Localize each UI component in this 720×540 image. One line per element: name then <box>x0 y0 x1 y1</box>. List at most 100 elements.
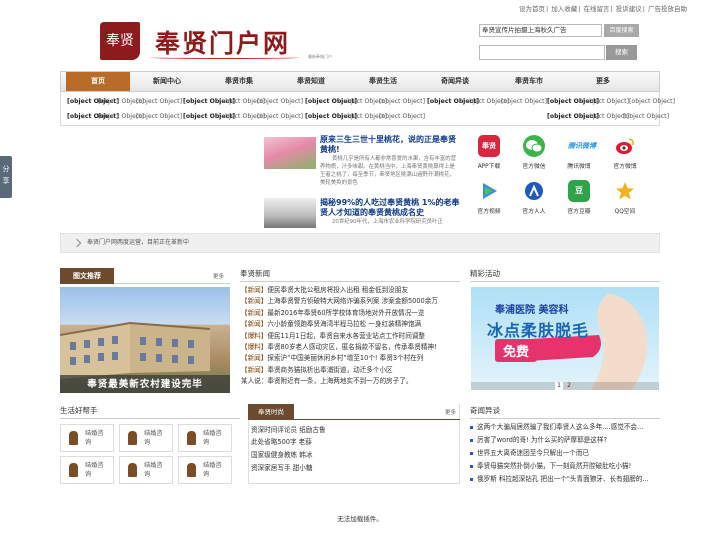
bullet-icon <box>470 425 473 429</box>
qzone-link[interactable]: QQ空间 <box>609 180 641 215</box>
list-item[interactable]: 厉害了word的哥! 为什么买的萨摩耶是这样? <box>470 434 607 444</box>
subnav-link[interactable]: [object Object] <box>136 113 182 120</box>
subnav-link[interactable]: [object Object] <box>136 98 182 105</box>
qzone-star-icon <box>614 180 636 202</box>
promo-page-2[interactable]: 2 <box>565 382 573 390</box>
life-helper-tile[interactable]: 结婚咨询 <box>178 424 232 452</box>
site-logo[interactable]: 奉贤 奉贤门户网 最新奉城门户 <box>100 18 332 66</box>
list-item[interactable]: 此处省略500字 老薛 <box>251 437 312 448</box>
list-item[interactable]: 【爆料】奉贤80岁老人感动灾区，匿名捐款不留名，传承奉贤精神! <box>241 342 437 353</box>
douban-icon: 豆 <box>568 180 590 202</box>
news-title-2[interactable]: 揭秘99%的人吃过奉贤黄桃 1%的老奉贤人才知道的奉贤黄桃成名史 <box>320 198 460 218</box>
set-homepage-link[interactable]: 设为首页 <box>519 5 545 13</box>
site-search-input[interactable] <box>479 45 605 60</box>
bullet-icon <box>470 451 473 455</box>
list-item[interactable]: 【新闻】便民奉贤大批公租房将投入出租 租金低到没朋友 <box>241 285 408 296</box>
life-helper-tile[interactable]: 结婚咨询 <box>60 424 114 452</box>
subnav-link[interactable]: [object Object] <box>257 98 303 105</box>
notice-arrow-icon <box>72 238 82 248</box>
promo-badge: 免费 <box>495 339 538 362</box>
tile-label: 结婚咨询 <box>85 430 104 446</box>
tencent-weibo-link[interactable]: 腾讯微博 腾讯微博 <box>563 135 596 170</box>
list-item[interactable]: 【爆料】便民11月1日起，奉贤自来水各营业站点工作时间调整 <box>241 331 425 342</box>
baidu-search-button[interactable]: 百度搜索 <box>604 24 639 37</box>
news-text: 六小龄童领跑奉贤海湾半程马拉松 一身红装精神饱满 <box>267 320 422 329</box>
sina-weibo-link[interactable]: 官方微博 <box>609 135 641 170</box>
list-item[interactable]: 【新闻】探索沪“中国美丽休闲乡村”增至10个! 奉贤3个村在列 <box>241 353 423 364</box>
subnav-link[interactable]: [object Object] <box>629 98 675 105</box>
online-message-link[interactable]: 在线留言 <box>583 5 609 13</box>
item-text: 这两个大骗局居然骗了我们奉贤人这么多年....感觉不会... <box>477 423 644 431</box>
app-download[interactable]: 奉贤 APP下载 <box>473 135 505 170</box>
list-item[interactable]: 俄罗斯 科拉超深钻孔 把出一个"头青面獠牙、长有翅膀的... <box>470 473 649 483</box>
nav-life[interactable]: 奉贤生活 <box>351 72 415 91</box>
list-item[interactable]: 某人说：奉贤附近有一条，上海两地实不到一万的房子了。 <box>241 376 412 387</box>
ad-placement-link[interactable]: 广告投放自助 <box>648 5 687 13</box>
strange-list: 这两个大骗局居然骗了我们奉贤人这么多年....感觉不会... 厉害了word的哥… <box>470 421 660 487</box>
nav-market[interactable]: 奉贤市集 <box>207 72 271 91</box>
tile-label: 结婚咨询 <box>203 462 222 478</box>
list-item[interactable]: 【新闻】奉贤商务猫拟析出奉浦街道，动迁多个小区 <box>241 365 393 376</box>
life-helper-tile[interactable]: 结婚咨询 <box>119 456 173 484</box>
wechat-link[interactable]: 官方微信 <box>518 135 550 170</box>
sub-nav: [object Object] [object Object] [object … <box>60 92 675 126</box>
renren-link[interactable]: 官方人人 <box>518 180 550 215</box>
video-link[interactable]: 官方视频 <box>473 180 505 215</box>
peach-blossom-image[interactable] <box>264 137 316 169</box>
old-photo-image[interactable] <box>264 198 316 228</box>
subnav-link[interactable]: [object Object] <box>623 113 669 120</box>
nav-home[interactable]: 首页 <box>66 72 130 91</box>
nav-know[interactable]: 奉贤知道 <box>279 72 343 91</box>
subnav-link[interactable]: [object Object] <box>379 98 425 105</box>
list-item[interactable]: 这两个大骗局居然骗了我们奉贤人这么多年....感觉不会... <box>470 421 643 431</box>
news-text: 便民奉贤大批公租房将投入出租 租金低到没朋友 <box>267 286 408 294</box>
list-item[interactable]: 世界五大离奇迷团至今只解出一个而已 <box>470 447 589 457</box>
list-item[interactable]: 【新闻】上海奉贤警方侦破特大网络诈骗系列案 涉案金额5000余万 <box>241 296 438 307</box>
promo-headline: 冰点柔肤脱毛 <box>487 321 590 340</box>
nav-strange[interactable]: 奇闻异谈 <box>423 72 487 91</box>
item-text: 世界五大离奇迷团至今只解出一个而已 <box>477 449 590 457</box>
photo-section-title: 图文推荐 <box>60 268 114 284</box>
keyword-search-input[interactable]: 奉贤宣传片拍摄上海秋久广告 <box>479 24 602 37</box>
list-item[interactable]: 【新闻】最新2016年奉贤60所学校体育场地对外开放情况一览 <box>241 308 424 319</box>
subnav-link[interactable]: [object Object] <box>583 98 629 105</box>
subnav-link[interactable]: [object Object] <box>257 113 303 120</box>
share-tab[interactable]: 分享 <box>0 156 12 198</box>
nav-cars[interactable]: 奉贤车市 <box>497 72 561 91</box>
promo-banner[interactable]: 奉浦医院 美容科 冰点柔肤脱毛 免费 1 2 <box>471 287 659 390</box>
nav-more[interactable]: 更多 <box>571 72 635 91</box>
nav-news[interactable]: 新闻中心 <box>135 72 199 91</box>
chess-piece-icon <box>128 463 137 477</box>
list-item[interactable]: 资深家居写手 甜小糖 <box>251 463 312 474</box>
subnav-link[interactable]: [object Object] <box>501 98 547 105</box>
fashion-panel: 奉贤时尚 更多 资深时间评论员 纸励古鲁 此处省略500字 老薛 国家级健身教练… <box>248 404 460 484</box>
list-item[interactable]: 资深时间评论员 纸励古鲁 <box>251 425 326 436</box>
list-item[interactable]: 国家级健身教练 韩冰 <box>251 450 312 461</box>
photo-more-link[interactable]: 更多 <box>213 272 224 280</box>
photo-caption: 奉贤最美新农村建设完毕 <box>87 379 203 390</box>
douban-link[interactable]: 豆 官方豆瓣 <box>563 180 595 215</box>
life-helper-tile[interactable]: 结婚咨询 <box>178 456 232 484</box>
list-item[interactable]: 【新闻】六小龄童领跑奉贤海湾半程马拉松 一身红装精神饱满 <box>241 319 421 330</box>
life-helper-header: 生活好帮手 <box>60 403 240 419</box>
bullet-icon <box>470 438 473 442</box>
fx-news-header: 奉贤新闻 <box>240 266 460 282</box>
add-favorite-link[interactable]: 加入收藏 <box>551 5 577 13</box>
life-helper-tile[interactable]: 结婚咨询 <box>119 424 173 452</box>
main-nav: 首页 新闻中心 奉贤市集 奉贤知道 奉贤生活 奇闻异谈 奉贤车市 更多 <box>60 71 660 92</box>
search-button[interactable]: 搜索 <box>606 45 637 60</box>
complaint-link[interactable]: 投诉建议 <box>616 5 642 13</box>
promo-page-1[interactable]: 1 <box>555 382 563 390</box>
news-tag: 【新闻】 <box>241 308 268 317</box>
tencent-video-icon <box>478 180 500 202</box>
news-tag: 【新闻】 <box>241 286 268 294</box>
village-photo[interactable]: 奉贤最美新农村建设完毕 <box>60 287 230 393</box>
logo-mark: 奉贤 <box>100 22 140 60</box>
tile-label: 结婚咨询 <box>85 462 104 478</box>
fashion-more-link[interactable]: 更多 <box>445 408 456 416</box>
life-helper-tile[interactable]: 结婚咨询 <box>60 456 114 484</box>
list-item[interactable]: 奉贤母猫突然扑倒小猫，下一刻竟然开腔破肚吃小猫! <box>470 460 631 470</box>
news-tag: 【新闻】 <box>241 365 268 374</box>
subnav-link[interactable]: [object Object] <box>379 113 425 120</box>
news-title-1[interactable]: 原来三生三世十里桃花，说的正是奉贤黄桃! <box>320 135 460 155</box>
